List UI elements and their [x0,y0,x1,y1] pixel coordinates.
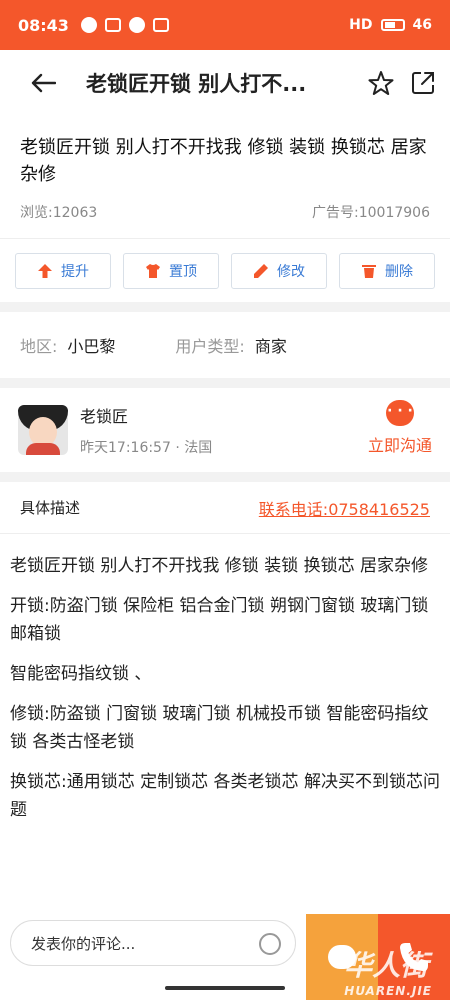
avatar[interactable] [18,405,68,455]
network-label: HD [349,17,373,33]
description-heading: 具体描述 [20,499,81,517]
status-right: HD 46 [349,17,432,33]
comment-placeholder: 发表你的评论... [31,934,136,953]
watermark-sub: HUAREN.JIE [344,984,432,998]
user-type-value: 商家 [254,337,287,356]
pencil-icon [254,264,268,278]
post-title: 老锁匠开锁 别人打不开找我 修锁 装锁 换锁芯 居家杂修 [20,137,427,185]
description-paragraph: 开锁:防盗门锁 保险柜 铝合金门锁 朔钢门窗锁 玻璃门锁 邮箱锁 [10,596,429,644]
status-time: 08:43 [18,15,69,35]
watermark-text: 华人街 [344,949,429,982]
delete-button[interactable]: 删除 [339,253,435,289]
region-info: 地区: 小巴黎 用户类型: 商家 [0,312,450,378]
arrow-left-icon [31,73,56,93]
ad-number: 广告号:10017906 [312,205,430,221]
publisher-info: 老锁匠 昨天17:16:57 · 法国 [80,403,212,457]
post-meta: 浏览:12063 广告号:10017906 [20,202,430,222]
edit-label: 修改 [277,264,305,280]
home-indicator[interactable] [165,986,285,990]
contact-now-button[interactable]: 立即沟通 [368,400,432,456]
description-paragraph: 修锁:防盗锁 门窗锁 玻璃门锁 机械投币锁 智能密码指纹锁 各类古怪老锁 [10,704,429,752]
edit-button[interactable]: 修改 [231,253,327,289]
phone-link[interactable]: 联系电话:0758416525 [259,496,430,520]
pin-top-label: 置顶 [169,264,197,280]
chat-bubble-icon [385,400,414,426]
region-label: 地区: [20,337,58,356]
region-value: 小巴黎 [67,337,116,356]
share-icon [412,72,434,94]
promote-button[interactable]: 提升 [15,253,111,289]
share-button[interactable] [410,70,436,96]
battery-level: 46 [412,17,432,33]
nav-bar: 老锁匠开锁 别人打不... [0,50,450,116]
favorite-button[interactable] [368,70,394,96]
delete-label: 删除 [385,264,413,280]
trash-icon [362,265,376,278]
nav-actions [368,50,436,116]
back-button[interactable] [0,50,86,116]
publisher-time-location: 昨天17:16:57 · 法国 [80,440,213,456]
promote-label: 提升 [61,264,89,280]
user-type-label: 用户类型: [175,337,245,356]
battery-icon [380,19,405,31]
watermark-logo: 华人街 HUAREN.JIE [344,944,432,998]
tiktok-icon [152,18,169,32]
notification-icon [80,17,97,33]
description-header: 具体描述 联系电话:0758416525 [0,482,450,534]
status-bar: 08:43 HD 46 [0,0,450,50]
publisher-name: 老锁匠 [80,407,129,426]
description-body: 老锁匠开锁 别人打不开找我 修锁 装锁 换锁芯 居家杂修 开锁:防盗门锁 保险柜… [0,534,450,914]
contact-now-label: 立即沟通 [367,436,432,455]
description-paragraph: 老锁匠开锁 别人打不开找我 修锁 装锁 换锁芯 居家杂修 [10,556,429,576]
description-paragraph: 换锁芯:通用锁芯 定制锁芯 各类老锁芯 解决买不到锁芯问题 [10,772,440,820]
status-notification-icons [80,17,169,33]
chat-app-icon [128,17,145,33]
description-paragraph: 智能密码指纹锁 、 [10,664,152,684]
pin-top-button[interactable]: 置顶 [123,253,219,289]
publisher-card: 老锁匠 昨天17:16:57 · 法国 立即沟通 [0,388,450,472]
mail-icon [104,18,121,32]
view-count: 浏览:12063 [20,205,98,221]
post-title-section: 老锁匠开锁 别人打不开找我 修锁 装锁 换锁芯 居家杂修 浏览:12063 广告… [0,116,450,238]
post-actions: 提升 置顶 修改 删除 [0,238,450,302]
arrow-up-icon [38,264,52,278]
star-icon [368,71,394,95]
comment-input[interactable]: 发表你的评论... [10,920,296,966]
page-title: 老锁匠开锁 别人打不... [86,72,307,96]
emoji-icon[interactable] [259,933,281,955]
shirt-icon [146,264,160,278]
